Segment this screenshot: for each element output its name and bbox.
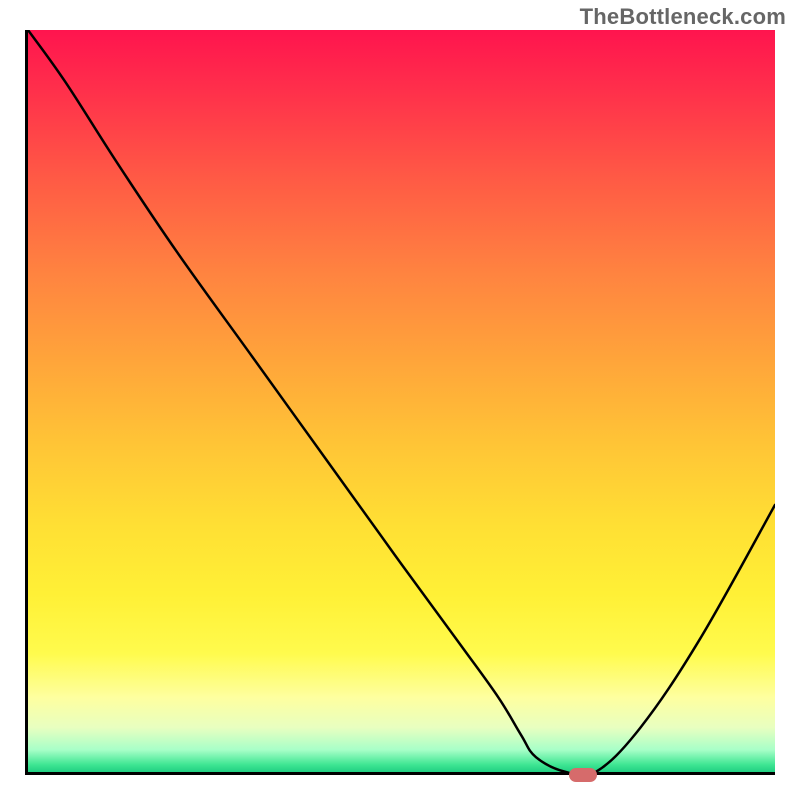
chart-plot-area [25, 30, 775, 775]
watermark-text: TheBottleneck.com [580, 4, 786, 30]
chart-line-curve [28, 30, 775, 772]
optimal-point-marker [569, 768, 597, 782]
